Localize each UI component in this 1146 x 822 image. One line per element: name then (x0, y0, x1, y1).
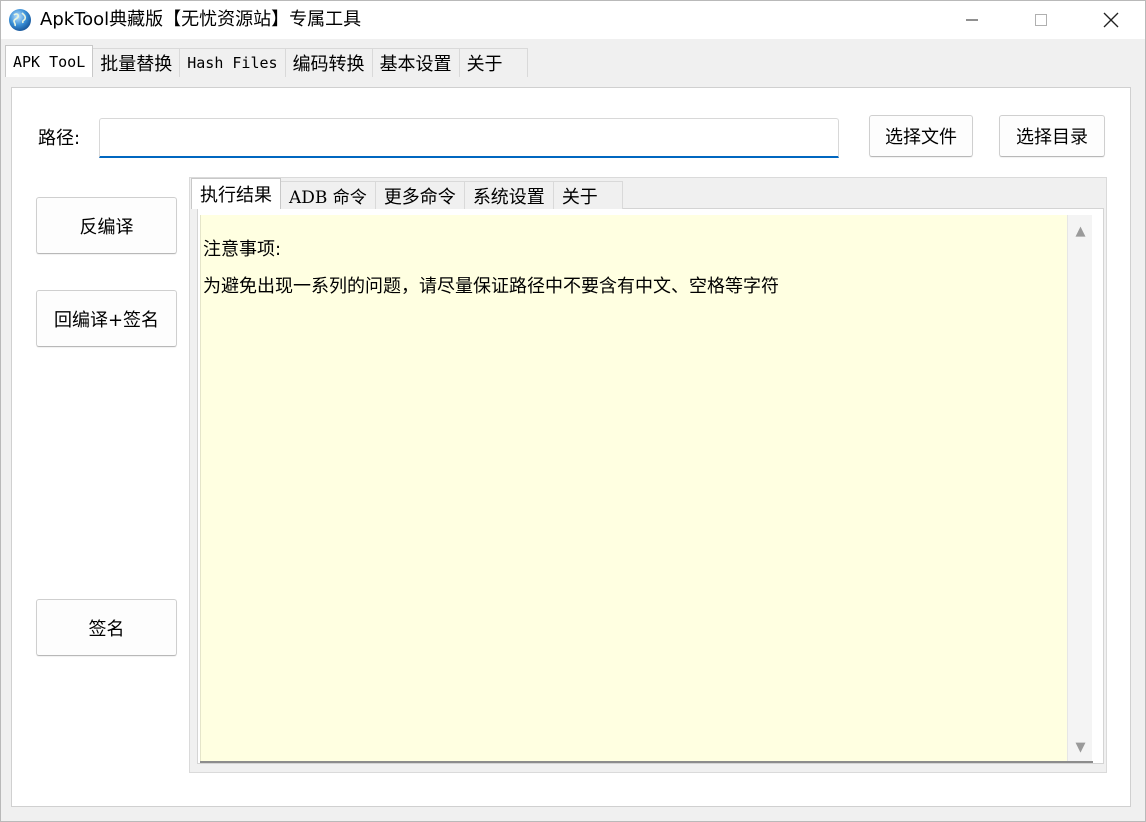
decompile-button[interactable]: 反编译 (36, 197, 177, 254)
recompile-sign-button[interactable]: 回编译+签名 (36, 290, 177, 347)
tab-basic-settings[interactable]: 基本设置 (371, 48, 460, 77)
output-line: 为避免出现一系列的问题，请尽量保证路径中不要含有中文、空格等字符 (203, 276, 779, 297)
tab-about[interactable]: 关于 (458, 48, 528, 77)
close-button[interactable] (1088, 1, 1134, 39)
tab-batch-replace[interactable]: 批量替换 (92, 48, 181, 77)
output-line: 注意事项: (203, 239, 282, 260)
tab-encoding-convert[interactable]: 编码转换 (284, 48, 373, 77)
select-file-button[interactable]: 选择文件 (869, 115, 973, 157)
inner-tab-strip: 执行结果 ADB 命令 更多命令 系统设置 关于 (191, 178, 623, 209)
tab-hash-files[interactable]: Hash Files (179, 48, 286, 77)
tab-system-settings[interactable]: 系统设置 (463, 181, 554, 209)
output-textarea[interactable]: 注意事项: 为避免出现一系列的问题，请尽量保证路径中不要含有中文、空格等字符 (200, 215, 1067, 761)
tab-execution-result[interactable]: 执行结果 (191, 178, 281, 209)
app-window: ApkTool典藏版【无忧资源站】专属工具 APK TooL 批量替换 Hash… (0, 0, 1146, 822)
title-bar[interactable]: ApkTool典藏版【无忧资源站】专属工具 (1, 1, 1145, 39)
tab-more-commands[interactable]: 更多命令 (374, 181, 465, 209)
scroll-down-icon[interactable]: ▼ (1068, 733, 1093, 761)
tab-inner-about[interactable]: 关于 (552, 181, 623, 209)
close-icon (1103, 12, 1119, 28)
output-bottom-border (200, 761, 1093, 763)
tab-adb-commands[interactable]: ADB 命令 (280, 181, 376, 209)
path-label: 路径: (38, 128, 81, 149)
globe-icon (9, 9, 31, 31)
sign-button[interactable]: 签名 (36, 599, 177, 656)
select-directory-button[interactable]: 选择目录 (999, 115, 1105, 157)
minimize-icon (966, 19, 978, 21)
maximize-button[interactable] (1018, 1, 1064, 39)
maximize-icon (1035, 14, 1047, 26)
tab-apk-tool[interactable]: APK TooL (5, 45, 94, 77)
scroll-up-icon[interactable]: ▲ (1068, 217, 1093, 245)
minimize-button[interactable] (949, 1, 995, 39)
output-scrollbar[interactable]: ▲ ▼ (1067, 215, 1092, 761)
window-title: ApkTool典藏版【无忧资源站】专属工具 (40, 9, 362, 30)
path-input[interactable] (99, 118, 839, 158)
main-tab-strip: APK TooL 批量替换 Hash Files 编码转换 基本设置 关于 (5, 45, 528, 77)
